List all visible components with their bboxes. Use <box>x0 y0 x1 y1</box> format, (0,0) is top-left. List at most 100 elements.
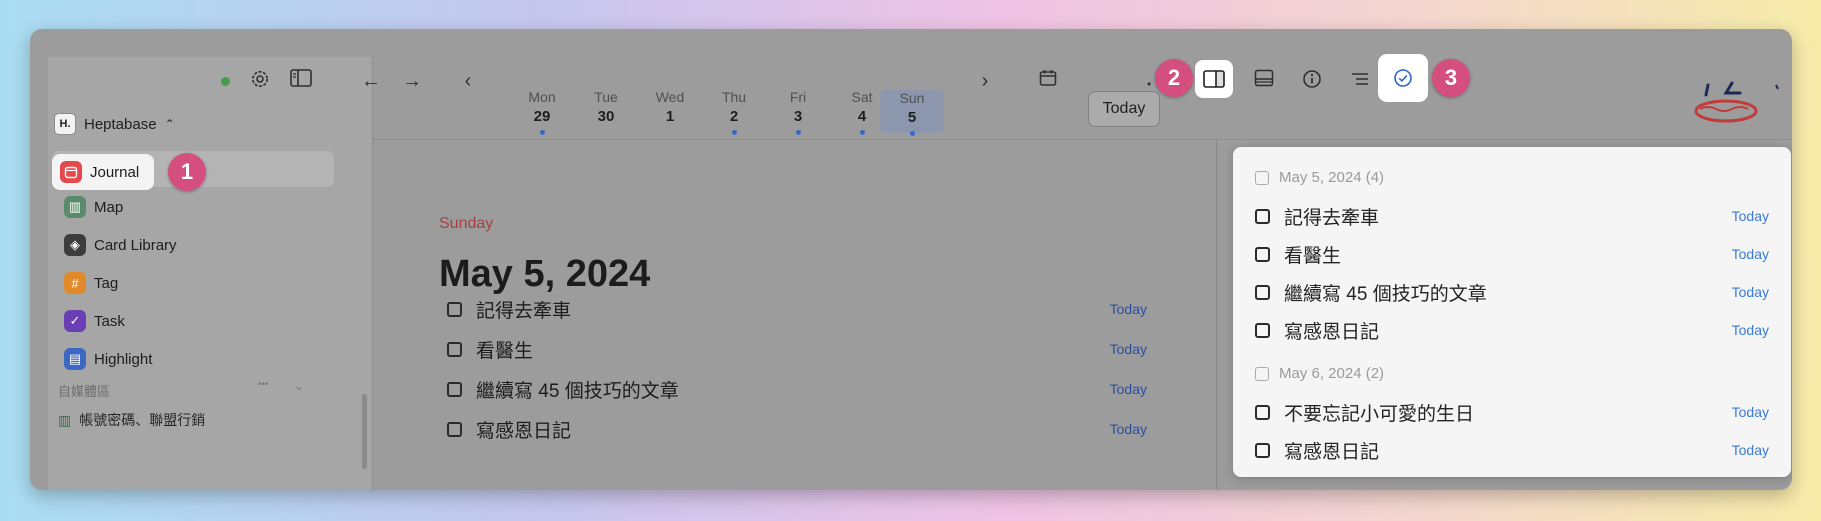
task-checkbox[interactable] <box>447 421 462 437</box>
task-item[interactable]: 看醫生 Today <box>447 334 1147 364</box>
highlight-icon: ▤ <box>64 348 86 370</box>
step-badge-3: 3 <box>1432 59 1470 97</box>
task-text[interactable]: 寫感恩日記 <box>1284 317 1379 344</box>
sidebar-item-label: Task <box>94 312 125 330</box>
task-text[interactable]: 記得去牽車 <box>476 296 571 323</box>
sidebar-item-card-library[interactable]: ◈ Card Library <box>52 227 334 263</box>
day-fri[interactable]: Fri 3 <box>770 89 826 135</box>
task-text[interactable]: 寫感恩日記 <box>476 416 571 443</box>
journal-icon <box>60 161 82 183</box>
task-panel-toggle-icon[interactable] <box>1378 54 1428 102</box>
panel-task-item[interactable]: 寫感恩日記 Today <box>1255 435 1769 465</box>
day-name: Fri <box>789 89 807 105</box>
task-checkbox[interactable] <box>447 341 462 357</box>
workspace-logo: H. <box>54 113 76 135</box>
task-checkbox[interactable] <box>1255 246 1270 262</box>
task-due-label[interactable]: Today <box>1732 208 1769 224</box>
outline-icon[interactable] <box>1346 69 1374 93</box>
workspace-name: Heptabase <box>84 115 157 133</box>
card-library-icon: ◈ <box>64 234 86 256</box>
bottom-panel-icon[interactable] <box>1250 69 1278 93</box>
sidebar-item-highlight[interactable]: ▤ Highlight <box>52 341 334 377</box>
task-text[interactable]: 不要忘記小可愛的生日 <box>1284 399 1474 426</box>
day-date: 5 <box>907 109 917 126</box>
task-checkbox[interactable] <box>447 381 462 397</box>
panel-task-item[interactable]: 寫感恩日記 Today <box>1255 315 1769 345</box>
sidebar-item-label: Tag <box>94 274 119 292</box>
sidebar-item-label: Map <box>94 198 124 216</box>
day-wed[interactable]: Wed 1 <box>642 89 698 125</box>
app-window: H. Heptabase ⌃ Journal 1 ▥ Map ◈ Card Li… <box>30 29 1792 490</box>
day-name: Tue <box>594 89 618 105</box>
day-tue[interactable]: Tue 30 <box>578 89 634 125</box>
task-due-label[interactable]: Today <box>1110 301 1147 317</box>
task-item[interactable]: 繼續寫 45 個技巧的文章 Today <box>447 374 1147 404</box>
task-due-label[interactable]: Today <box>1732 322 1769 338</box>
task-item[interactable]: 記得去牽車 Today <box>447 294 1147 324</box>
sidebar-sub-item[interactable]: ▥ 帳號密碼、聯盟行銷 <box>58 410 205 430</box>
panel-task-item[interactable]: 不要忘記小可愛的生日 Today <box>1255 397 1769 427</box>
day-mon[interactable]: Mon 29 <box>514 89 570 135</box>
task-text[interactable]: 寫感恩日記 <box>1284 437 1379 464</box>
task-item[interactable]: 寫感恩日記 Today <box>447 414 1147 444</box>
task-icon: ✓ <box>64 310 86 332</box>
day-date: 3 <box>793 108 803 125</box>
task-checkbox[interactable] <box>1255 208 1270 224</box>
task-text[interactable]: 繼續寫 45 個技巧的文章 <box>1284 279 1487 306</box>
weekday-label: Sunday <box>439 215 494 232</box>
task-due-label[interactable]: Today <box>1110 341 1147 357</box>
today-button[interactable]: Today <box>1088 91 1160 127</box>
task-checkbox[interactable] <box>1255 442 1270 458</box>
task-checkbox[interactable] <box>1255 404 1270 420</box>
panel-task-item[interactable]: 繼續寫 45 個技巧的文章 Today <box>1255 277 1769 307</box>
workspace-switcher[interactable]: H. Heptabase ⌃ <box>54 110 175 138</box>
sidebar-item-map[interactable]: ▥ Map <box>52 189 334 225</box>
day-thu[interactable]: Thu 2 <box>706 89 762 135</box>
section-title: 自媒體區 <box>58 384 111 399</box>
task-text[interactable]: 記得去牽車 <box>1284 203 1379 230</box>
task-due-label[interactable]: Today <box>1732 404 1769 420</box>
step-badge-1: 1 <box>168 153 206 191</box>
prev-week-chevron-icon[interactable]: ‹ <box>454 69 482 93</box>
sidebar-toggle-icon[interactable] <box>287 69 315 93</box>
page-title[interactable]: May 5, 2024 <box>439 253 650 296</box>
task-checkbox[interactable] <box>447 301 462 317</box>
day-sun[interactable]: Sun 5 <box>880 90 944 136</box>
back-arrow-icon[interactable]: ← <box>357 69 385 93</box>
panel-task-item[interactable]: 看醫生 Today <box>1255 239 1769 269</box>
sidebar-scrollbar[interactable] <box>362 394 367 469</box>
section-more-icon[interactable]: ••• <box>258 379 269 390</box>
chevron-updown-icon: ⌃ <box>164 117 175 131</box>
sidebar-item-tag[interactable]: # Tag <box>52 265 334 301</box>
day-name: Wed <box>655 89 685 105</box>
chevron-down-icon[interactable]: ⌄ <box>294 379 304 393</box>
info-icon[interactable] <box>1298 69 1326 93</box>
task-group-heading-text: May 5, 2024 (4) <box>1279 169 1385 186</box>
day-has-entry-dot <box>859 130 865 135</box>
day-name: Thu <box>721 89 747 105</box>
topbar-divider <box>373 139 1792 140</box>
day-has-entry-dot <box>795 130 801 135</box>
tag-icon: # <box>64 272 86 294</box>
sidebar-item-journal[interactable]: Journal <box>52 154 154 190</box>
next-week-chevron-icon[interactable]: › <box>971 69 999 93</box>
task-checkbox[interactable] <box>1255 284 1270 300</box>
right-panel-toggle-icon[interactable] <box>1195 60 1233 98</box>
task-checkbox[interactable] <box>1255 322 1270 338</box>
task-due-label[interactable]: Today <box>1732 442 1769 458</box>
task-text[interactable]: 看醫生 <box>1284 241 1341 268</box>
day-has-entry-dot <box>909 131 915 136</box>
forward-arrow-icon[interactable]: → <box>398 69 426 93</box>
calendar-icon[interactable] <box>1034 69 1062 93</box>
task-text[interactable]: 看醫生 <box>476 336 533 363</box>
panel-task-item[interactable]: 記得去牽車 Today <box>1255 201 1769 231</box>
sidebar-item-task[interactable]: ✓ Task <box>52 303 334 339</box>
task-panel: May 5, 2024 (4) 記得去牽車 Today 看醫生 Today 繼續… <box>1233 147 1791 477</box>
task-due-label[interactable]: Today <box>1110 381 1147 397</box>
task-text[interactable]: 繼續寫 45 個技巧的文章 <box>476 376 679 403</box>
day-date: 2 <box>729 108 739 125</box>
task-due-label[interactable]: Today <box>1110 421 1147 437</box>
task-due-label[interactable]: Today <box>1732 284 1769 300</box>
task-due-label[interactable]: Today <box>1732 246 1769 262</box>
gear-icon[interactable] <box>246 69 274 93</box>
